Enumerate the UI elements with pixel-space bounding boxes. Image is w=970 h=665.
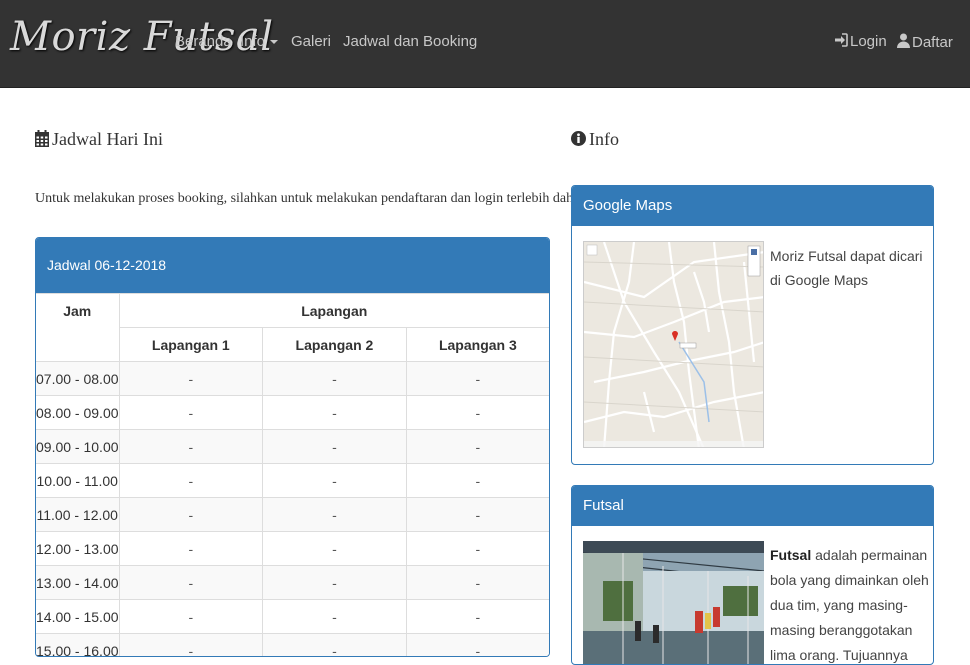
brand-logo[interactable]: Moriz Futsal (10, 14, 274, 60)
info-heading-text: Info (589, 129, 619, 149)
slot-cell: - (118, 565, 264, 600)
slot-cell: - (118, 633, 264, 656)
nav-info-label: Info (240, 33, 266, 50)
login-link[interactable]: Login (834, 33, 887, 50)
slot-cell: - (118, 361, 264, 396)
slot-cell: - (405, 565, 549, 600)
nav-galeri[interactable]: Galeri (291, 33, 331, 50)
futsal-panel-title: Futsal (572, 486, 933, 526)
slot-cell: - (405, 599, 549, 634)
time-cell: 14.00 - 15.00 (36, 599, 120, 634)
slot-cell: - (118, 497, 264, 532)
google-maps-panel: Google Maps Moriz Futsal dapat dicari di… (571, 185, 934, 465)
slot-cell: - (118, 531, 264, 566)
futsal-court-photo (583, 541, 764, 664)
time-cell: 08.00 - 09.00 (36, 395, 120, 430)
time-cell: 10.00 - 11.00 (36, 463, 120, 498)
slot-cell: - (118, 395, 264, 430)
slot-cell: - (262, 429, 407, 464)
table-row: 12.00 - 13.00 - - - (36, 531, 549, 566)
time-cell: 13.00 - 14.00 (36, 565, 120, 600)
slot-cell: - (405, 531, 549, 566)
caret-down-icon (270, 40, 279, 45)
slot-cell: - (118, 463, 264, 498)
futsal-panel: Futsal Futsal adalah permainan bola yang… (571, 485, 934, 665)
col-lapangan-header: Lapangan (118, 293, 549, 328)
login-label: Login (850, 33, 887, 50)
col-lapangan-3: Lapangan 3 (405, 327, 549, 362)
futsal-term: Futsal (770, 547, 812, 563)
schedule-heading: Jadwal Hari Ini (35, 129, 163, 150)
col-lapangan-2: Lapangan 2 (262, 327, 407, 362)
info-heading: Info (571, 129, 619, 150)
table-row: 10.00 - 11.00 - - - (36, 463, 549, 498)
time-cell: 09.00 - 10.00 (36, 429, 120, 464)
table-row: 13.00 - 14.00 - - - (36, 565, 549, 600)
col-lapangan-1: Lapangan 1 (119, 327, 264, 362)
nav-jadwal-booking[interactable]: Jadwal dan Booking (343, 33, 477, 50)
table-row: 07.00 - 08.00 - - - (36, 361, 549, 396)
table-row: 09.00 - 10.00 - - - (36, 429, 549, 464)
google-maps-text: Moriz Futsal dapat dicari di Google Maps (770, 248, 923, 288)
slot-cell: - (405, 429, 549, 464)
slot-cell: - (262, 395, 407, 430)
slot-cell: - (405, 497, 549, 532)
user-icon (897, 33, 910, 48)
table-row: 14.00 - 15.00 - - - (36, 599, 549, 634)
slot-cell: - (262, 599, 407, 634)
calendar-icon (35, 130, 49, 147)
info-circle-icon (571, 131, 586, 146)
map-roads-image (584, 242, 763, 447)
schedule-panel-title: Jadwal 06-12-2018 (36, 238, 549, 293)
daftar-label: Daftar (912, 34, 953, 51)
slot-cell: - (262, 361, 407, 396)
col-jam-header: Jam (36, 293, 120, 362)
slot-cell: - (118, 429, 264, 464)
table-row: 08.00 - 09.00 - - - (36, 395, 549, 430)
google-maps-panel-title: Google Maps (572, 186, 933, 226)
table-row: 11.00 - 12.00 - - - (36, 497, 549, 532)
slot-cell: - (262, 497, 407, 532)
schedule-table: Jam Lapangan Lapangan 1 Lapangan 2 Lapan… (36, 293, 549, 656)
time-cell: 11.00 - 12.00 (36, 497, 120, 532)
slot-cell: - (262, 531, 407, 566)
slot-cell: - (405, 361, 549, 396)
schedule-panel: Jadwal 06-12-2018 Jam Lapangan Lapangan … (35, 237, 550, 657)
navbar: Moriz Futsal Beranda Info Galeri Jadwal … (0, 0, 970, 88)
futsal-description-text: adalah permainan bola yang dimainkan ole… (770, 547, 929, 663)
time-cell: 15.00 - 16.00 (36, 633, 120, 656)
futsal-photo-image (583, 541, 764, 664)
slot-cell: - (118, 599, 264, 634)
slot-cell: - (262, 633, 407, 656)
google-map-embed[interactable] (583, 241, 764, 448)
schedule-heading-text: Jadwal Hari Ini (52, 129, 163, 149)
time-cell: 12.00 - 13.00 (36, 531, 120, 566)
nav-info-dropdown[interactable]: Info (240, 33, 279, 50)
booking-note: Untuk melakukan proses booking, silahkan… (35, 191, 595, 206)
slot-cell: - (405, 633, 549, 656)
slot-cell: - (405, 395, 549, 430)
slot-cell: - (262, 565, 407, 600)
slot-cell: - (262, 463, 407, 498)
sign-in-icon (835, 33, 848, 47)
slot-cell: - (405, 463, 549, 498)
daftar-link[interactable]: Daftar (897, 33, 953, 51)
nav-beranda[interactable]: Beranda (175, 33, 232, 50)
time-cell: 07.00 - 08.00 (36, 361, 120, 396)
table-row: 15.00 - 16.00 - - - (36, 633, 549, 656)
